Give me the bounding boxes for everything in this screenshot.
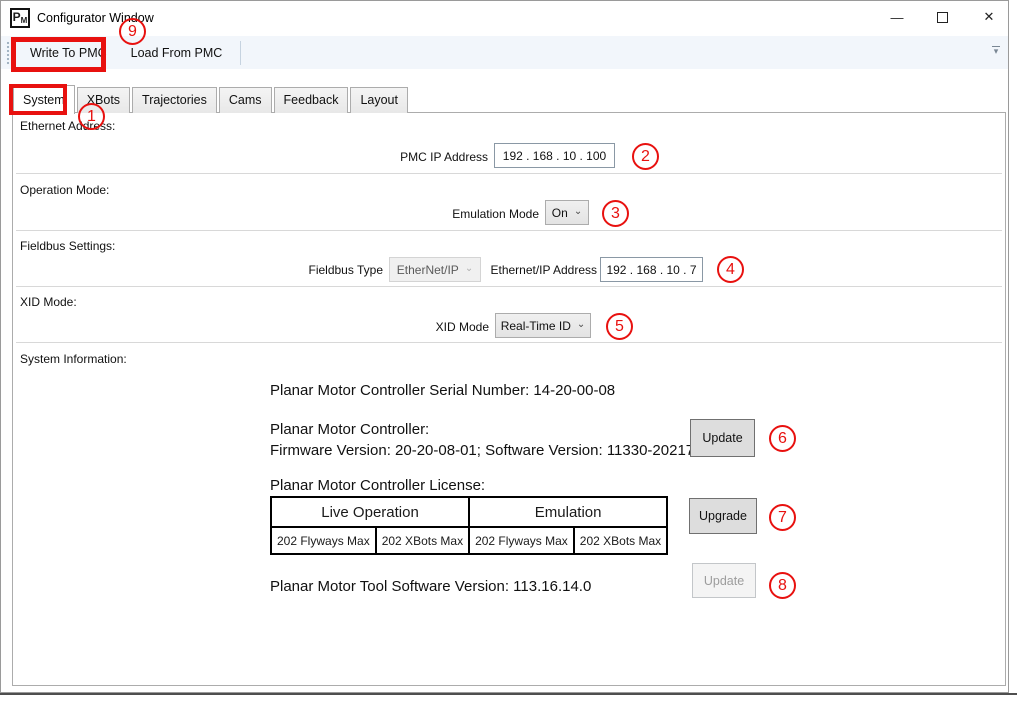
xid-mode-dropdown[interactable]: Real-Time ID⌄ [495,313,591,338]
controller-versions-text: Firmware Version: 20-20-08-01; Software … [270,442,694,459]
window-bottom-edge [0,693,1017,695]
chevron-down-icon: ⌄ [577,319,585,330]
annotation-circle-6: 6 [769,425,796,452]
xid-mode-heading: XID Mode: [20,295,77,309]
close-icon: ✕ [984,9,995,25]
tab-feedback[interactable]: Feedback [274,87,349,113]
tab-trajectories[interactable]: Trajectories [132,87,217,113]
annotation-circle-3: 3 [602,200,629,227]
fieldbus-type-dropdown: EtherNet/IP⌄ [389,257,481,282]
annotation-circle-4: 4 [717,256,744,283]
annotation-box-write-to-pmc [11,37,106,72]
annotation-circle-9: 9 [119,18,146,45]
fieldbus-type-label: Fieldbus Type [309,263,384,277]
emulation-mode-dropdown[interactable]: On⌄ [545,200,589,225]
license-cell: 202 Flyways Max [469,527,574,554]
section-separator [16,230,1002,231]
license-table: Live Operation Emulation 202 Flyways Max… [270,496,668,555]
controller-label-text: Planar Motor Controller: [270,421,429,438]
annotation-circle-8: 8 [769,572,796,599]
section-separator [16,173,1002,174]
emulation-mode-label: Emulation Mode [452,207,539,221]
controller-serial-text: Planar Motor Controller Serial Number: 1… [270,382,615,399]
system-information-heading: System Information: [20,352,127,366]
ethernet-ip-address-input[interactable]: 192 . 168 . 10 . 7 [600,257,703,282]
screen: PM Configurator Window — ✕ Write To PMC … [0,0,1017,701]
tool-version-text: Planar Motor Tool Software Version: 113.… [270,578,591,595]
license-cell: 202 XBots Max [376,527,469,554]
minimize-icon: — [891,10,904,25]
annotation-circle-5: 5 [606,313,633,340]
annotation-circle-1: 1 [78,103,105,130]
toolbar: Write To PMC Load From PMC ▾ [1,36,1008,69]
tab-cams[interactable]: Cams [219,87,272,113]
annotation-box-system-tab [9,84,67,115]
license-live-operation-header: Live Operation [271,497,469,527]
toolbar-separator [240,41,241,65]
toolbar-overflow-icon[interactable]: ▾ [990,46,1002,55]
xid-mode-label: XID Mode [436,320,489,334]
operation-mode-heading: Operation Mode: [20,183,109,197]
tab-strip: System XBots Trajectories Cams Feedback … [13,85,410,113]
tab-layout[interactable]: Layout [350,87,408,113]
license-table-header-row: Live Operation Emulation [271,497,667,527]
fieldbus-settings-heading: Fieldbus Settings: [20,239,115,253]
maximize-icon [937,12,948,23]
app-logo-icon: PM [10,8,30,28]
maximize-button[interactable] [925,0,959,34]
system-tab-panel [12,112,1006,686]
license-table-value-row: 202 Flyways Max 202 XBots Max 202 Flyway… [271,527,667,554]
license-emulation-header: Emulation [469,497,667,527]
toolbar-grip-handle[interactable] [6,41,10,65]
chevron-down-icon: ⌄ [465,263,473,274]
section-separator [16,342,1002,343]
license-label-text: Planar Motor Controller License: [270,477,485,494]
annotation-circle-7: 7 [769,504,796,531]
license-cell: 202 Flyways Max [271,527,376,554]
close-button[interactable]: ✕ [972,0,1006,34]
pmc-ip-address-label: PMC IP Address [400,150,488,164]
ethernet-ip-address-label: Ethernet/IP Address [490,263,597,277]
minimize-button[interactable]: — [880,0,914,34]
license-upgrade-button[interactable]: Upgrade [689,498,757,534]
pmc-ip-address-input[interactable]: 192 . 168 . 10 . 100 [494,143,615,168]
annotation-circle-2: 2 [632,143,659,170]
tool-update-button: Update [692,563,756,598]
chevron-down-icon: ⌄ [574,206,582,217]
section-separator [16,286,1002,287]
controller-update-button[interactable]: Update [690,419,755,457]
license-cell: 202 XBots Max [574,527,667,554]
